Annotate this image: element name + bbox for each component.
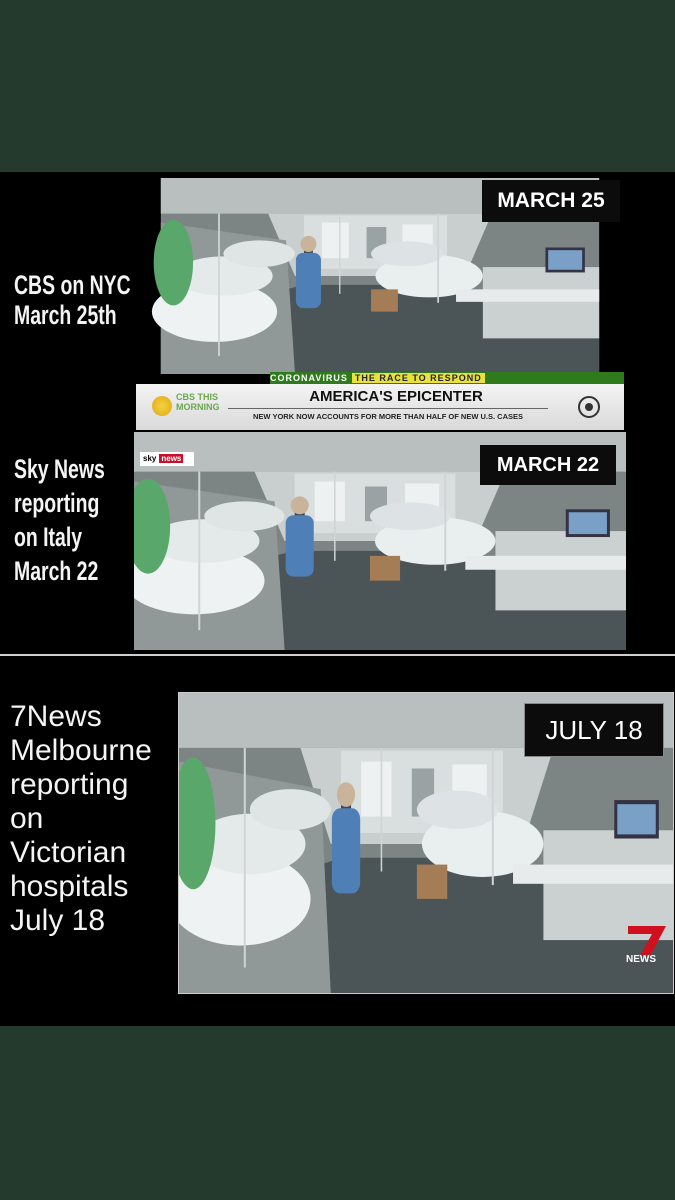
date-badge-cbs: MARCH 25 — [482, 180, 620, 222]
chyron-topic-highlight: THE RACE TO RESPOND — [351, 373, 485, 383]
logo-line-2: MORNING — [176, 402, 220, 412]
logo-line-1: CBS THIS — [176, 392, 219, 402]
cbs-eye-icon — [578, 396, 600, 418]
date-badge-sky: MARCH 22 — [480, 445, 616, 485]
cbs-caption-line: CBS on NYC — [14, 270, 131, 300]
chyron-main-bar: CBS THIS MORNING AMERICA'S EPICENTER NEW… — [136, 384, 624, 430]
sky-caption-line: reporting — [14, 488, 100, 518]
sky-logo-news: news — [159, 454, 184, 463]
chyron-headline: AMERICA'S EPICENTER — [309, 388, 483, 405]
chyron-subline: NEW YORK NOW ACCOUNTS FOR MORE THAN HALF… — [228, 408, 548, 421]
seven-logo-text: NEWS — [626, 954, 656, 965]
cbs-caption-line: March 25th — [14, 300, 117, 331]
seven-caption-line: hospitals — [10, 870, 129, 903]
sky-logo-sky: sky — [143, 454, 157, 463]
sky-caption-line: Sky News — [14, 454, 105, 484]
date-badge-seven: JULY 18 — [524, 703, 664, 757]
sky-caption-line: March 22 — [14, 556, 99, 586]
chyron-topic: CORONAVIRUS THE RACE TO RESPOND — [270, 372, 624, 384]
seven-caption-line: July 18 — [10, 904, 106, 937]
sky-caption-line: on Italy — [14, 522, 83, 552]
seven-caption: 7News Melbourne reporting on Victorian h… — [10, 700, 152, 938]
seven-news-logo: NEWS — [620, 920, 670, 970]
sky-caption: Sky News reporting on Italy March 22 — [14, 452, 105, 588]
seven-caption-line: 7News — [10, 700, 102, 733]
seven-caption-line: reporting — [10, 768, 129, 801]
seven-caption-line: Victorian — [10, 836, 127, 869]
sun-icon — [152, 396, 172, 416]
cbs-caption: CBS on NYC March 25th — [14, 270, 131, 330]
cbs-chyron: CORONAVIRUS THE RACE TO RESPOND CBS THIS … — [136, 372, 624, 430]
sky-news-logo: sky news — [140, 452, 194, 466]
chyron-topic-label: CORONAVIRUS — [270, 373, 348, 383]
seven-caption-line: on — [10, 802, 44, 835]
cbs-this-morning-logo: CBS THIS MORNING — [148, 392, 228, 422]
seven-caption-line: Melbourne — [10, 734, 152, 767]
